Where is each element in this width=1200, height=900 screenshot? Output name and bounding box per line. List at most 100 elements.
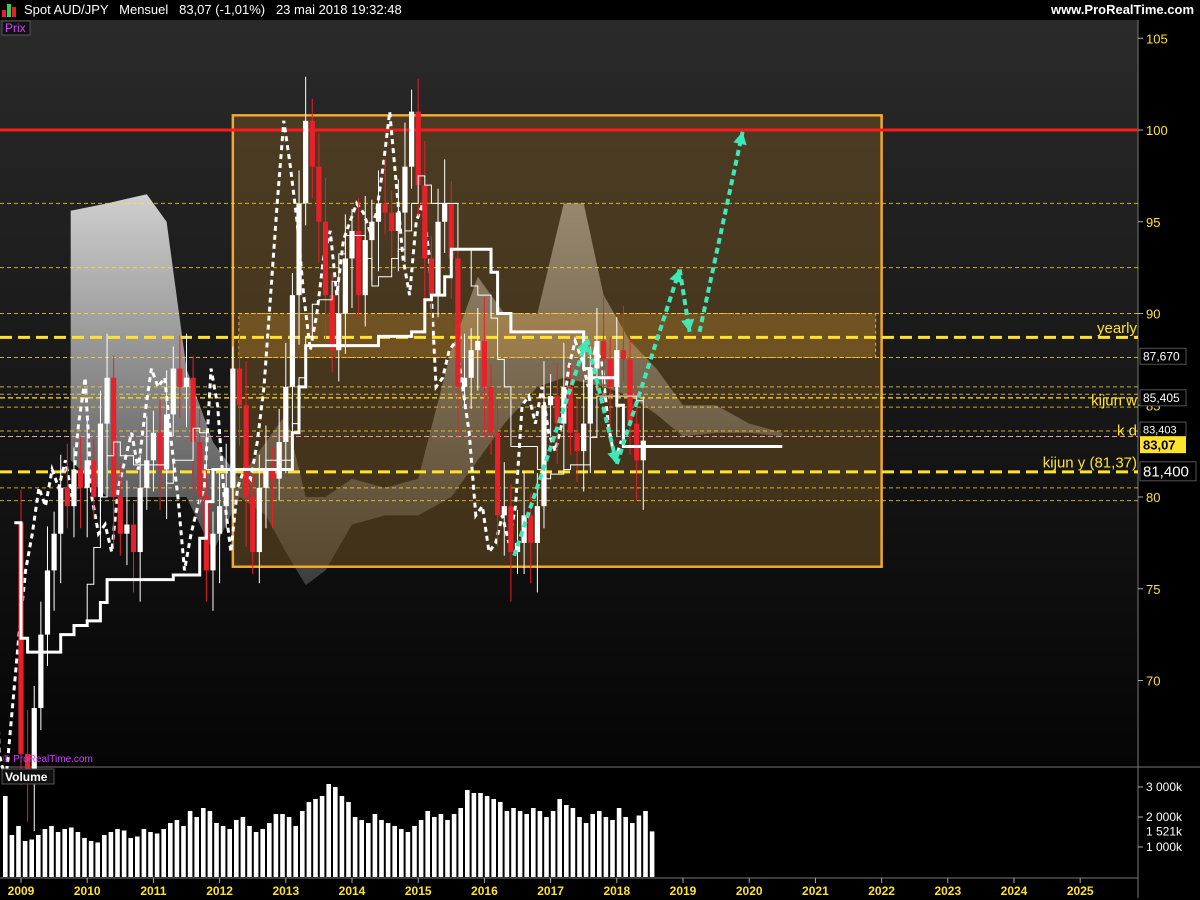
candle-body <box>468 350 474 378</box>
site-link[interactable]: www.ProRealTime.com <box>1051 2 1194 17</box>
candle-body <box>309 120 315 167</box>
price-tag-label: 81,400 <box>1143 464 1189 481</box>
price-tag-label: 85,405 <box>1143 391 1180 405</box>
volume-tick-label: 2 000k <box>1146 810 1183 824</box>
chart-canvas[interactable]: yearly kijun w k d kijun y (81,37) 70 75 80 85… <box>0 20 1200 900</box>
volume-bar <box>29 839 34 877</box>
volume-bar <box>636 815 642 877</box>
candle-body <box>137 487 143 553</box>
volume-bar <box>75 832 81 877</box>
volume-bar <box>643 811 648 877</box>
candle-body <box>461 377 468 387</box>
level-label: yearly <box>1097 320 1138 337</box>
candle-body <box>455 258 461 387</box>
volume-bar <box>187 811 193 877</box>
volume-bar <box>42 829 48 877</box>
candle-body <box>594 341 600 369</box>
volume-bar <box>511 808 516 877</box>
volume-tick-label: 1 000k <box>1146 840 1183 854</box>
candle-body <box>44 570 51 635</box>
volume-bar <box>649 831 655 877</box>
candle-body <box>289 295 296 387</box>
candle-body <box>64 487 70 507</box>
volume-bar <box>550 811 556 877</box>
volume-bar <box>306 802 312 877</box>
candle-body <box>634 423 640 461</box>
svg-text:Prix: Prix <box>5 21 26 35</box>
volume-bar <box>425 811 430 877</box>
x-tick-label: 2013 <box>272 884 299 898</box>
candle-body <box>422 185 428 259</box>
x-tick-label: 2011 <box>140 884 166 898</box>
volume-bar <box>471 793 477 877</box>
candle-body <box>640 440 646 461</box>
candle-body <box>51 533 57 571</box>
volume-bar <box>399 829 404 877</box>
volume-bar <box>366 823 371 877</box>
candle-body <box>389 212 395 231</box>
candle-body <box>157 432 163 470</box>
volume-bar <box>570 808 576 877</box>
volume-bar <box>531 808 536 877</box>
volume-bar <box>108 832 114 877</box>
volume-bar <box>445 820 450 877</box>
volume-bar <box>168 823 173 877</box>
volume-bar <box>498 802 503 877</box>
volume-bar <box>392 826 397 877</box>
volume-panel-label: Volume <box>1 768 55 785</box>
volume-bar <box>234 820 239 877</box>
volume-bar <box>524 814 529 877</box>
price-tag-label: 83,07 <box>1143 437 1176 452</box>
volume-bar <box>273 814 279 877</box>
volume-bar <box>22 841 28 877</box>
volume-bar <box>583 823 589 877</box>
y-tick-label: 95 <box>1146 215 1160 230</box>
y-tick-label: 70 <box>1146 674 1160 689</box>
volume-bar <box>69 827 74 877</box>
volume-bar <box>484 796 490 877</box>
candle-body <box>130 524 137 553</box>
volume-bar <box>62 829 67 877</box>
candle-body <box>475 341 481 351</box>
volume-bar <box>590 814 595 877</box>
candle-body <box>243 405 249 497</box>
volume-bar <box>352 817 358 877</box>
price-tag-label: 83,403 <box>1143 425 1177 437</box>
volume-bar <box>280 814 285 877</box>
candle-body <box>548 396 554 406</box>
level-label: kijun w <box>1091 392 1137 409</box>
volume-bar <box>346 802 351 877</box>
volume-bar <box>115 829 120 877</box>
y-tick-label: 90 <box>1146 307 1160 322</box>
volume-bar <box>214 823 219 877</box>
x-tick-label: 2009 <box>8 884 35 898</box>
volume-bar <box>603 817 609 877</box>
candle-body <box>501 506 507 516</box>
prorealtime-logo-icon <box>2 4 18 17</box>
x-tick-label: 2020 <box>736 884 763 898</box>
candle-body <box>77 469 84 488</box>
watermark: © ProRealTime.com <box>3 754 93 765</box>
volume-bar <box>36 835 41 877</box>
candle-body <box>342 258 348 314</box>
volume-bar <box>102 835 107 877</box>
volume-bar <box>135 836 140 877</box>
volume-bar <box>491 799 496 877</box>
candle-body <box>84 460 90 488</box>
candle-body <box>150 432 156 461</box>
volume-bar <box>544 817 549 877</box>
x-tick-label: 2016 <box>471 884 498 898</box>
candle-body <box>183 377 190 387</box>
candle-body <box>177 368 183 387</box>
volume-bar <box>253 832 259 877</box>
y-tick-label: 80 <box>1146 490 1160 505</box>
volume-bar <box>372 814 378 877</box>
price-axis: 70758085909510010587,67085,40583,40383,0… <box>1138 31 1197 689</box>
y-tick-label: 105 <box>1146 31 1168 46</box>
candle-body <box>256 487 262 553</box>
volume-bar <box>385 823 391 877</box>
x-tick-label: 2025 <box>1067 884 1094 898</box>
candle-body <box>408 111 415 167</box>
volume-bar <box>616 808 622 877</box>
candle-body <box>356 230 362 296</box>
